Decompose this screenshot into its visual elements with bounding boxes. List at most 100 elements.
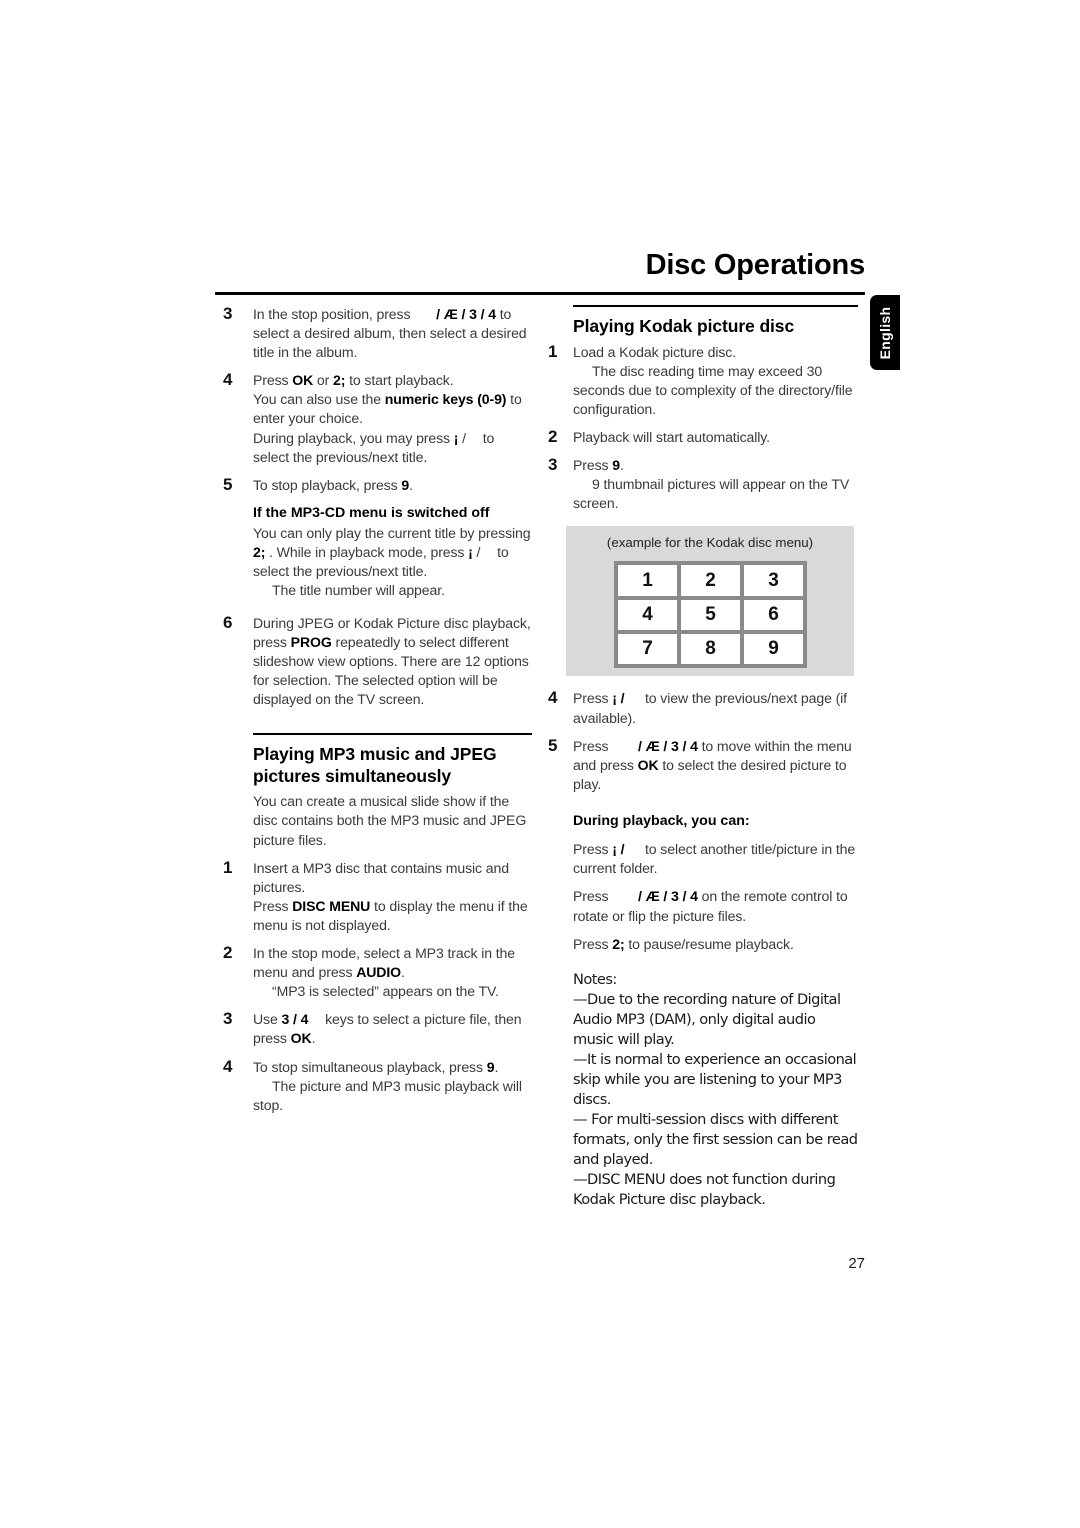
during-playback-item-1: Press ¡ / to select another title/pictur… (548, 840, 858, 878)
numeric-keys-ref: numeric keys (0-9) (384, 391, 507, 408)
step-number: 4 (223, 370, 233, 390)
step-line-a: To stop simultaneous playback, press (253, 1058, 487, 1075)
glyph-up: / 3 (461, 306, 477, 322)
glyph-separator: / (659, 888, 671, 905)
thumbnail-cell: 4 (618, 599, 677, 631)
text-a: Press (573, 888, 613, 905)
glyph-separator: / (289, 1011, 301, 1028)
note-item: —DISC MENU does not function during Koda… (573, 1170, 836, 1208)
thumbnail-grid: 1 2 3 4 5 6 7 8 9 (614, 561, 807, 669)
mp3cd-note: The title number will appear. (272, 582, 445, 599)
step-number: 4 (548, 688, 558, 708)
step-line-2a: Press (253, 897, 293, 914)
step-4: 4 Press OK or 2; to start playback. You … (222, 370, 532, 466)
glyph-separator: / (616, 690, 629, 707)
glyph-play-pause: 2; (333, 372, 346, 389)
thumbnail-cell: 2 (681, 565, 740, 596)
step-text: Insert a MP3 disc that contains music an… (253, 859, 532, 935)
glyph-stop: 9 (401, 476, 410, 493)
glyph-prev: ¡ (453, 429, 459, 446)
thumbnail-cell: 9 (744, 634, 803, 665)
mp3-jpeg-section: Playing MP3 music and JPEG pictures simu… (222, 733, 532, 1115)
step-line-1: Load a Kodak picture disc. (573, 343, 736, 360)
section-divider (253, 733, 532, 735)
glyph-down: / 4 (480, 306, 496, 322)
step-4b: 4 To stop simultaneous playback, press 9… (222, 1056, 532, 1115)
section-intro-text: You can create a musical slide show if t… (253, 793, 527, 848)
document-page: Disc Operations English 3 In the stop po… (0, 0, 1080, 1528)
step-4: 4 Press ¡ / to view the previous/next pa… (548, 688, 858, 727)
step-number: 4 (223, 1056, 233, 1076)
section-heading-line2: pictures simultaneously (253, 765, 452, 786)
step-text: To stop simultaneous playback, press 9. … (253, 1058, 532, 1115)
step-2: 2 In the stop mode, select a MP3 track i… (222, 943, 532, 1001)
mp3cd-subsection: If the MP3-CD menu is switched off You c… (222, 504, 532, 601)
glyph-fast-forward: / Æ (436, 306, 458, 322)
step-number: 3 (548, 455, 558, 475)
step-text: Press 9. 9 thumbnail pictures will appea… (573, 456, 858, 513)
during-playback-item-2: Press / Æ / 3 / 4 on the remote control … (548, 887, 858, 925)
step-5: 5 To stop playback, press 9. (222, 474, 532, 495)
during-playback-block: During playback, you can: (548, 812, 858, 831)
glyph-stop: 9 (612, 457, 620, 474)
right-column: Playing Kodak picture disc 1 Load a Koda… (548, 305, 858, 1210)
step-line-a: Press (573, 457, 613, 474)
disc-menu-button-ref: DISC MENU (292, 897, 371, 914)
step-line-b: . (494, 1058, 499, 1075)
page-number: 27 (848, 1255, 865, 1272)
title-divider (215, 292, 865, 295)
language-tab-label: English (877, 306, 893, 359)
step-note: “MP3 is selected” appears on the TV. (272, 983, 499, 1000)
step-3b: 3 Use 3 / 4 keys to select a picture fil… (222, 1009, 532, 1048)
step-line-b: . (619, 457, 624, 474)
thumbnail-cell: 6 (744, 599, 803, 631)
note-item: —It is normal to experience an occasiona… (573, 1050, 857, 1108)
step-note: The picture and MP3 music playback will … (253, 1077, 522, 1113)
prog-button-ref: PROG (290, 633, 332, 650)
during-playback-item-3: Press 2; to pause/resume playback. (548, 935, 858, 954)
audio-button-ref: AUDIO (356, 964, 401, 981)
step-1: 1 Insert a MP3 disc that contains music … (222, 857, 532, 935)
thumbnail-cell: 1 (618, 565, 677, 596)
note-item: — For multi-session discs with different… (573, 1110, 858, 1168)
step-number: 1 (223, 857, 233, 877)
glyph-prev: ¡ (468, 544, 473, 561)
step-number: 5 (223, 474, 233, 494)
step-text: Load a Kodak picture disc. The disc read… (573, 343, 858, 419)
glyph-separator: / (616, 841, 629, 858)
glyph-fast-forward: Æ (645, 737, 660, 754)
step-number: 6 (223, 612, 233, 632)
ok-button-ref: OK (292, 372, 314, 389)
step-6: 6 During JPEG or Kodak Picture disc play… (222, 612, 532, 709)
glyph-down: 4 (690, 737, 698, 754)
glyph-up: 3 (671, 737, 679, 754)
thumbnail-cell: 5 (681, 599, 740, 631)
notes-block: Notes: —Due to the recording nature of D… (548, 970, 858, 1210)
step-text: In the stop mode, select a MP3 track in … (253, 944, 532, 1001)
thumbnail-cell: 7 (618, 634, 677, 665)
page-title: Disc Operations (645, 249, 866, 281)
step-5: 5 Press / Æ / 3 / 4 to move within the m… (548, 735, 858, 794)
glyph-down: 4 (690, 888, 698, 905)
text-b: on the remote control to rotate or flip … (573, 888, 848, 924)
step-number: 3 (223, 1009, 233, 1029)
section-divider (573, 305, 858, 307)
glyph-separator: / (634, 888, 646, 905)
step-3: 3 In the stop position, press / Æ / 3 / … (222, 304, 532, 362)
glyph-play-pause: 2; (612, 935, 625, 952)
step-text: Use 3 / 4 keys to select a picture file,… (253, 1010, 532, 1048)
text-b: to pause/resume playback. (624, 935, 794, 952)
glyph-separator: / (659, 737, 671, 754)
step-line-1: Insert a MP3 disc that contains music an… (253, 859, 509, 895)
step-number: 5 (548, 735, 558, 755)
section-heading-line1: Playing MP3 music and JPEG (253, 744, 497, 764)
step-line-c: . (401, 964, 405, 981)
step-number: 2 (548, 427, 558, 447)
step-text: Playback will start automatically. (573, 429, 770, 446)
section-heading: Playing Kodak picture disc (573, 316, 795, 336)
during-playback-text: Press ¡ / to select another title/pictur… (573, 840, 858, 878)
step-text: Press OK or 2; to start playback. You ca… (253, 372, 522, 465)
step-line-a: Press (573, 690, 613, 707)
during-playback-text: Press / Æ / 3 / 4 on the remote control … (573, 887, 858, 925)
thumbnail-cell: 3 (744, 565, 803, 596)
